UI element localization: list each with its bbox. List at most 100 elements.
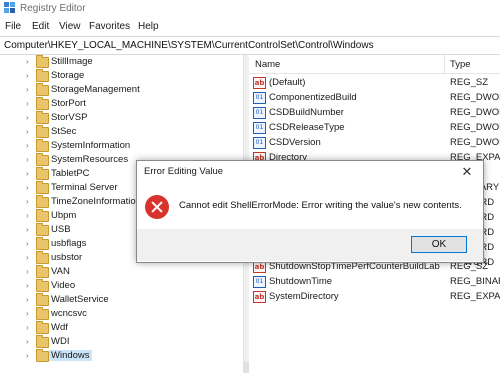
folder-icon: [36, 237, 49, 250]
binary-value-icon: 01: [253, 137, 266, 149]
value-type: REG_DWORD: [450, 107, 500, 118]
chevron-right-icon[interactable]: ›: [26, 323, 29, 332]
tree-item-windows[interactable]: › Windows: [0, 349, 230, 363]
binary-value-icon: 01: [253, 276, 266, 288]
folder-icon: [36, 265, 49, 278]
chevron-right-icon[interactable]: ›: [26, 337, 29, 346]
menu-edit[interactable]: Edit: [32, 21, 49, 32]
chevron-right-icon[interactable]: ›: [26, 141, 29, 150]
tree-item-stillimage[interactable]: › StillImage: [0, 55, 230, 69]
close-icon[interactable]: ✕: [458, 164, 476, 180]
tree-item-storage[interactable]: › Storage: [0, 69, 230, 83]
column-separator[interactable]: [444, 55, 445, 73]
tree-item-wdf[interactable]: › Wdf: [0, 321, 230, 335]
tree-item-label: TabletPC: [51, 168, 90, 179]
chevron-right-icon[interactable]: ›: [26, 267, 29, 276]
folder-open-icon: [36, 349, 49, 362]
tree-item-label: Wdf: [51, 322, 68, 333]
chevron-right-icon[interactable]: ›: [26, 197, 29, 206]
folder-icon: [36, 167, 49, 180]
tree-item-label: Terminal Server: [51, 182, 118, 193]
tree-item-stsec[interactable]: › StSec: [0, 125, 230, 139]
chevron-right-icon[interactable]: ›: [26, 155, 29, 164]
menu-file[interactable]: File: [5, 21, 21, 32]
window-titlebar: Registry Editor: [0, 0, 500, 18]
tree-item-label: SystemInformation: [51, 140, 131, 151]
chevron-right-icon[interactable]: ›: [26, 127, 29, 136]
tree-item-label: Storage: [51, 70, 85, 81]
value-row-csdreleasetype[interactable]: 01CSDReleaseType REG_DWORD: [249, 121, 500, 135]
string-value-icon: ab: [253, 77, 266, 89]
value-type: REG_DWORD: [450, 137, 500, 148]
chevron-right-icon[interactable]: ›: [26, 239, 29, 248]
chevron-right-icon[interactable]: ›: [26, 113, 29, 122]
value-row-default[interactable]: ab (Default) REG_SZ: [249, 76, 500, 90]
tree-item-wdi[interactable]: › WDI: [0, 335, 230, 349]
value-row-shutdowntime[interactable]: 01ShutdownTime REG_BINARY: [249, 275, 500, 289]
address-path[interactable]: Computer\HKEY_LOCAL_MACHINE\SYSTEM\Curre…: [4, 40, 374, 51]
tree-item-storvsp[interactable]: › StorVSP: [0, 111, 230, 125]
chevron-right-icon[interactable]: ›: [26, 85, 29, 94]
value-name: CSDReleaseType: [269, 122, 345, 133]
folder-icon: [36, 321, 49, 334]
chevron-right-icon[interactable]: ›: [26, 309, 29, 318]
column-header: Name Type: [249, 55, 500, 74]
address-bar[interactable]: Computer\HKEY_LOCAL_MACHINE\SYSTEM\Curre…: [0, 36, 500, 55]
dialog-title: Error Editing Value: [144, 166, 224, 177]
binary-value-icon: 01: [253, 122, 266, 134]
chevron-right-icon[interactable]: ›: [26, 351, 29, 360]
value-type: REG_BINARY: [450, 276, 500, 287]
chevron-right-icon[interactable]: ›: [26, 99, 29, 108]
tree-item-wcncsvc[interactable]: › wcncsvc: [0, 307, 230, 321]
dialog-titlebar: Error Editing Value ✕: [137, 161, 483, 183]
folder-icon: [36, 125, 49, 138]
chevron-right-icon[interactable]: ›: [26, 211, 29, 220]
value-name: CSDVersion: [269, 137, 321, 148]
value-name: ShutdownTime: [269, 276, 333, 287]
menu-help[interactable]: Help: [138, 21, 159, 32]
value-type: REG_EXPAND: [450, 291, 500, 302]
folder-icon: [36, 195, 49, 208]
chevron-right-icon[interactable]: ›: [26, 281, 29, 290]
ok-button[interactable]: OK: [411, 236, 467, 253]
chevron-right-icon[interactable]: ›: [26, 57, 29, 66]
tree-item-systeminformation[interactable]: › SystemInformation: [0, 139, 230, 153]
folder-icon: [36, 279, 49, 292]
error-dialog: Error Editing Value ✕ Cannot edit ShellE…: [136, 160, 484, 263]
value-row-csdversion[interactable]: 01CSDVersion REG_DWORD: [249, 136, 500, 150]
value-row-systemdirectory[interactable]: abSystemDirectory REG_EXPAND: [249, 290, 500, 304]
chevron-right-icon[interactable]: ›: [26, 253, 29, 262]
chevron-right-icon[interactable]: ›: [26, 183, 29, 192]
chevron-right-icon[interactable]: ›: [26, 295, 29, 304]
tree-item-label: StillImage: [51, 56, 93, 67]
value-name: SystemDirectory: [269, 291, 339, 302]
tree-item-storport[interactable]: › StorPort: [0, 97, 230, 111]
dialog-footer: OK: [137, 229, 483, 261]
tree-item-video[interactable]: › Video: [0, 279, 230, 293]
chevron-right-icon[interactable]: ›: [26, 71, 29, 80]
value-row-componentizedbuild[interactable]: 01ComponentizedBuild REG_DWORD: [249, 91, 500, 105]
registry-editor-icon: [4, 2, 15, 13]
tree-item-storagemanagement[interactable]: › StorageManagement: [0, 83, 230, 97]
scrollbar-corner[interactable]: [243, 362, 249, 373]
column-type-header[interactable]: Type: [450, 59, 471, 70]
menu-bar: File Edit View Favorites Help: [0, 18, 500, 35]
folder-icon: [36, 251, 49, 264]
tree-item-label: StorVSP: [51, 112, 88, 123]
column-name-header[interactable]: Name: [255, 59, 280, 70]
tree-item-label: Video: [51, 280, 76, 291]
menu-view[interactable]: View: [59, 21, 81, 32]
value-type: REG_DWORD: [450, 122, 500, 133]
value-row-csdbuildnumber[interactable]: 01CSDBuildNumber REG_DWORD: [249, 106, 500, 120]
value-type: REG_DWORD: [450, 92, 500, 103]
tree-item-walletservice[interactable]: › WalletService: [0, 293, 230, 307]
value-type: REG_SZ: [450, 77, 489, 88]
chevron-right-icon[interactable]: ›: [26, 225, 29, 234]
folder-icon: [36, 97, 49, 110]
tree-item-label: VAN: [51, 266, 70, 277]
chevron-right-icon[interactable]: ›: [26, 169, 29, 178]
tree-item-van[interactable]: › VAN: [0, 265, 230, 279]
value-name: CSDBuildNumber: [269, 107, 344, 118]
tree-item-label: StorPort: [51, 98, 86, 109]
menu-favorites[interactable]: Favorites: [89, 21, 130, 32]
